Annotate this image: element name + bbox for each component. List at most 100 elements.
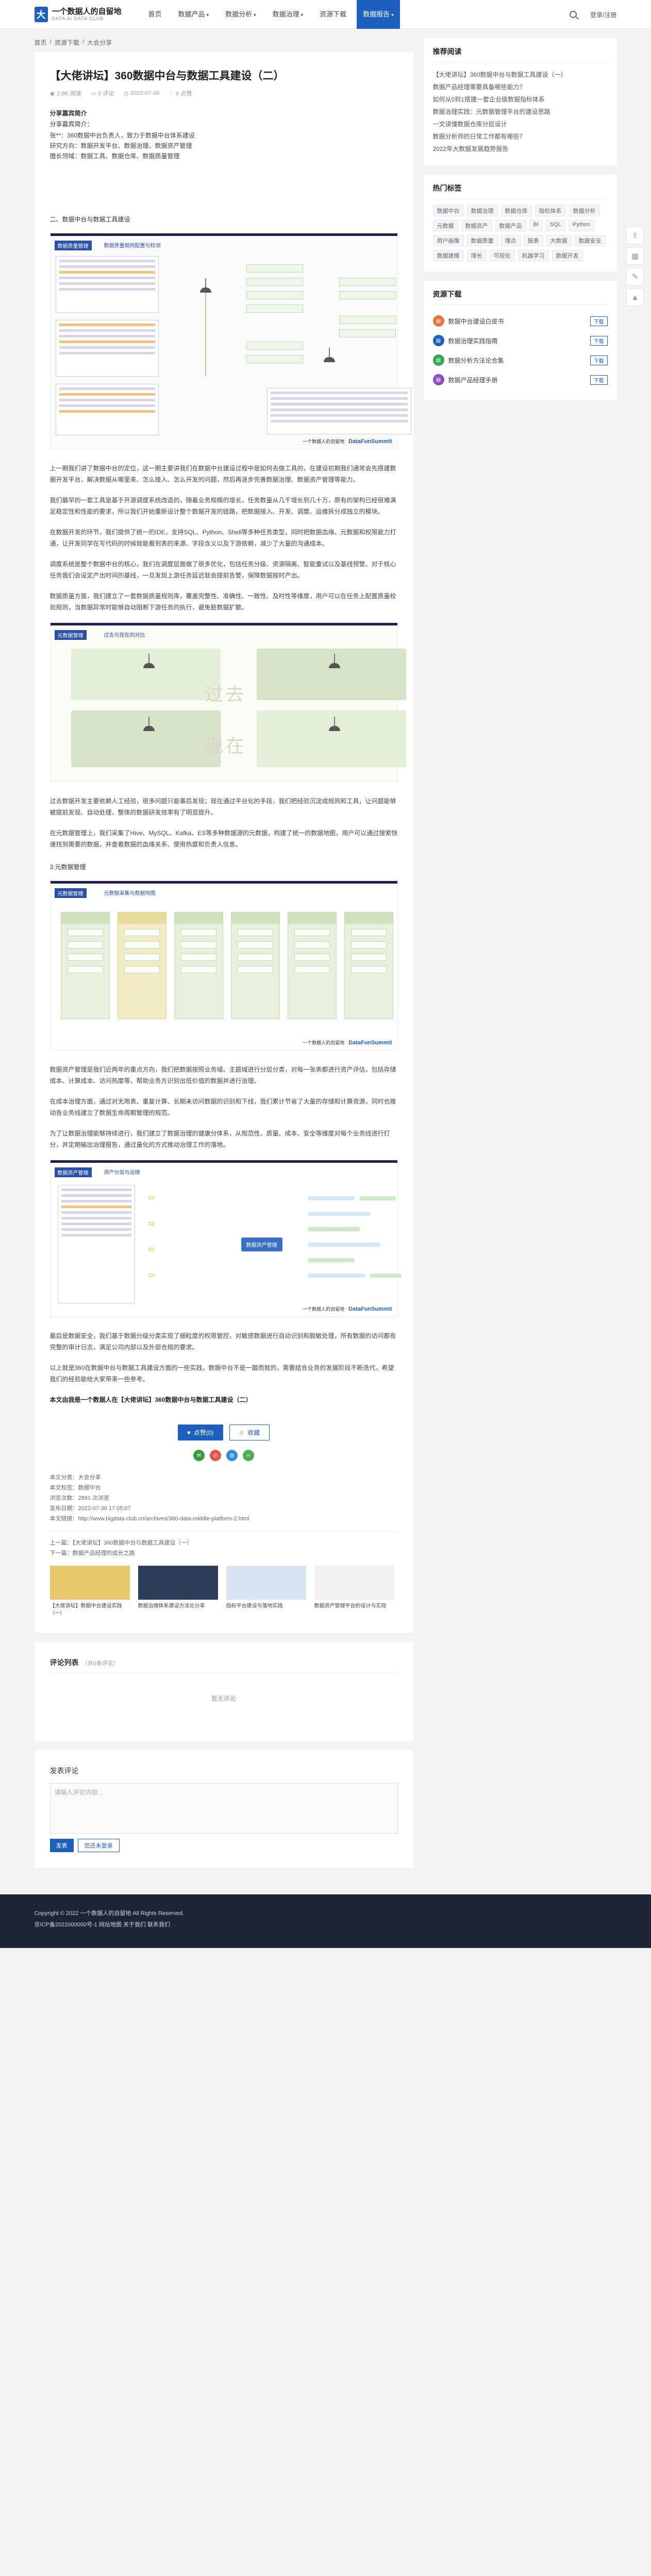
- comment-textarea[interactable]: 请输入评论内容...: [49, 1783, 398, 1834]
- likes-count: ♡ 0 点赞: [169, 90, 192, 97]
- download-name[interactable]: 数据产品经理手册: [448, 376, 586, 384]
- recommended-item[interactable]: 【大佬讲坛】360数据中台与数据工具建设（一）: [433, 69, 608, 81]
- link-icon[interactable]: ∞: [243, 1450, 254, 1461]
- tag-chip[interactable]: Python: [568, 220, 595, 231]
- prev-article-link[interactable]: 上一篇：【大佬讲坛】360数据中台与数据工具建设（一）: [50, 1538, 398, 1548]
- comment-submit-button[interactable]: 发表: [49, 1839, 74, 1852]
- tag-chip[interactable]: 用户画像: [432, 235, 464, 246]
- related-item[interactable]: 数据资产管理平台的设计与实现: [314, 1566, 394, 1617]
- tag-chip[interactable]: 数据安全: [574, 235, 606, 246]
- related-articles: 【大佬讲坛】数据中台建设实践（一） 数据治理体系建设方法论分享 指标平台建设与落…: [49, 1566, 398, 1617]
- breadcrumb-home[interactable]: 首页: [35, 38, 47, 47]
- paragraph: 过去数据开发主要依赖人工经验，很多问题只能事后发现；现在通过平台化的手段，我们把…: [49, 798, 396, 816]
- comment-list-card: 评论列表 （共0条评论） 暂无评论: [34, 1642, 413, 1741]
- screenshot-thumb: [57, 1185, 135, 1303]
- breadcrumb-subcategory[interactable]: 大会分享: [87, 38, 112, 47]
- breadcrumb-category[interactable]: 资源下载: [55, 38, 79, 47]
- tag-chip[interactable]: 指标体系: [535, 205, 566, 216]
- download-item: ▤ 数据分析方法论合集 下载: [432, 350, 608, 370]
- tag-chip[interactable]: 可视化: [489, 250, 515, 261]
- qq-icon[interactable]: ◍: [226, 1450, 238, 1461]
- wechat-icon[interactable]: ✉: [193, 1450, 205, 1461]
- paragraph: 在数据开发的环节，我们提供了统一的IDE，支持SQL、Python、Shell等…: [49, 529, 396, 547]
- sidebar: 推荐阅读 【大佬讲坛】360数据中台与数据工具建设（一） 数据产品经理需要具备哪…: [423, 38, 617, 409]
- site-logo[interactable]: 大 一个数据人的自留地 DATA AI DATA CLUB: [34, 7, 122, 22]
- tag-chip[interactable]: 数据资产: [461, 220, 492, 231]
- download-button[interactable]: 下载: [590, 355, 608, 365]
- comment-icon[interactable]: ✎: [626, 268, 644, 285]
- tag-chip[interactable]: 数据中台: [432, 205, 464, 216]
- download-button[interactable]: 下载: [590, 335, 608, 346]
- paragraph: 上一期我们讲了数据中台的定位，这一期主要讲我们在数据中台建设过程中是如何去做工具…: [49, 465, 396, 483]
- download-list: ▤ 数据中台建设白皮书 下载 ▤ 数据治理实践指南 下载 ▤ 数据分析方法论合集…: [432, 311, 608, 389]
- related-item[interactable]: 【大佬讲坛】数据中台建设实践（一）: [49, 1566, 130, 1617]
- tag-chip[interactable]: 埋点: [500, 235, 521, 246]
- article-info: 本文分类：大会分享 本文标签：数据中台 浏览次数：2891 次浏览 发布日期：2…: [50, 1472, 398, 1524]
- tag-chip[interactable]: 数据分析: [569, 205, 600, 216]
- tags-card: 热门标签 数据中台 数据治理 数据仓库 指标体系 数据分析 元数据 数据资产 数…: [423, 175, 617, 272]
- main-column: 首页 / 资源下载 / 大会分享 【大佬讲坛】360数据中台与数据工具建设（二）…: [34, 38, 413, 1877]
- login-register-link[interactable]: 登录/注册: [590, 10, 616, 19]
- footer-links[interactable]: 京ICP备2022000000号-1 网站地图 关于我们 联系我们: [35, 1919, 617, 1930]
- related-item[interactable]: 指标平台建设与落地实践: [226, 1566, 306, 1617]
- clock-icon: ◷: [123, 90, 128, 97]
- paragraph: 最后是数据安全，我们基于数据分级分类实现了细粒度的权限管控，对敏感数据进行自动识…: [49, 1332, 396, 1351]
- tag-chip[interactable]: SQL: [545, 220, 565, 231]
- tags-title: 热门标签: [432, 183, 608, 199]
- download-name[interactable]: 数据治理实践指南: [448, 336, 586, 345]
- tag-chip[interactable]: 报表: [523, 235, 543, 246]
- article-title: 【大佬讲坛】360数据中台与数据工具建设（二）: [49, 70, 285, 82]
- recommended-card: 推荐阅读 【大佬讲坛】360数据中台与数据工具建设（一） 数据产品经理需要具备哪…: [423, 38, 617, 165]
- tag-chip[interactable]: 数据产品: [495, 220, 526, 231]
- related-item[interactable]: 数据治理体系建设方法论分享: [138, 1566, 218, 1617]
- download-button[interactable]: 下载: [590, 375, 608, 385]
- info-link[interactable]: 本文链接：http://www.bigdata-club.cn/archives…: [50, 1514, 398, 1524]
- tag-chip[interactable]: 数据建模: [432, 250, 464, 261]
- tag-chip[interactable]: BI: [529, 220, 543, 231]
- tag-chip[interactable]: 机器学习: [518, 250, 549, 261]
- like-button[interactable]: ♥ 点赞(0): [177, 1425, 223, 1440]
- nav-item-data-analysis[interactable]: 数据分析 ▾: [219, 0, 262, 29]
- recommended-item[interactable]: 数据分析师的日常工作都有哪些？: [433, 130, 608, 143]
- tag-chip[interactable]: 数据开发: [552, 250, 583, 261]
- back-to-top-icon[interactable]: ▲: [626, 289, 644, 306]
- related-caption: 数据治理体系建设方法论分享: [138, 1603, 205, 1609]
- tag-chip[interactable]: 数据治理: [466, 205, 498, 216]
- figure-tag: 数据质量管理: [54, 241, 92, 250]
- download-name[interactable]: 数据中台建设白皮书: [448, 317, 586, 326]
- qrcode-icon[interactable]: ▦: [626, 247, 644, 265]
- site-title: 一个数据人的自留地: [52, 7, 122, 16]
- tag-chip[interactable]: 增长: [466, 250, 487, 261]
- download-name[interactable]: 数据分析方法论合集: [448, 356, 586, 365]
- weibo-icon[interactable]: ◎: [210, 1450, 221, 1461]
- nav-item-home[interactable]: 首页: [142, 0, 168, 29]
- tag-chip[interactable]: 元数据: [432, 220, 458, 231]
- tag-chip[interactable]: 大数据: [546, 235, 572, 246]
- tag-chip[interactable]: 数据仓库: [500, 205, 532, 216]
- logo-mark: 大: [34, 7, 48, 22]
- comment-login-button[interactable]: 您还未登录: [77, 1839, 120, 1852]
- search-icon[interactable]: [570, 11, 577, 18]
- favorite-button[interactable]: ☆ 收藏: [229, 1425, 270, 1440]
- nav-item-data-report[interactable]: 数据报告 ▾: [357, 0, 400, 29]
- recommended-item[interactable]: 2022年大数据发展趋势报告: [433, 143, 608, 155]
- info-category: 本文分类：大会分享: [49, 1475, 101, 1481]
- tag-chip[interactable]: 数据质量: [466, 235, 498, 246]
- article-actions: ♥ 点赞(0) ☆ 收藏: [50, 1425, 398, 1440]
- next-article-link[interactable]: 下一篇：数据产品经理的成长之路: [50, 1548, 398, 1558]
- related-thumb: [226, 1566, 306, 1600]
- comment-form-title: 发表评论: [49, 1767, 79, 1775]
- recommended-item[interactable]: 数据治理实践：元数据管理平台的建设思路: [433, 106, 608, 118]
- nav-item-data-governance[interactable]: 数据治理 ▾: [266, 0, 310, 29]
- nav-item-resource-download[interactable]: 资源下载: [313, 0, 353, 29]
- recommended-item[interactable]: 一文读懂数据仓库分层设计: [433, 118, 608, 130]
- download-button[interactable]: 下载: [590, 316, 608, 326]
- intro-label: 分享嘉宾简介: [49, 110, 87, 117]
- recommended-item[interactable]: 数据产品经理需要具备哪些能力？: [433, 81, 608, 93]
- site-footer: Copyright © 2022 一个数据人的自留地 All Rights Re…: [0, 1894, 651, 1948]
- paragraph: 以上就是360在数据中台与数据工具建设方面的一些实践，数据中台不是一蹴而就的，需…: [49, 1364, 394, 1383]
- nav-item-data-product[interactable]: 数据产品 ▾: [172, 0, 215, 29]
- share-icon[interactable]: ⇪: [626, 227, 644, 244]
- recommended-item[interactable]: 如何从0到1搭建一套企业级数据指标体系: [433, 93, 608, 106]
- header-inner: 大 一个数据人的自留地 DATA AI DATA CLUB 首页 数据产品 ▾ 数…: [34, 0, 617, 29]
